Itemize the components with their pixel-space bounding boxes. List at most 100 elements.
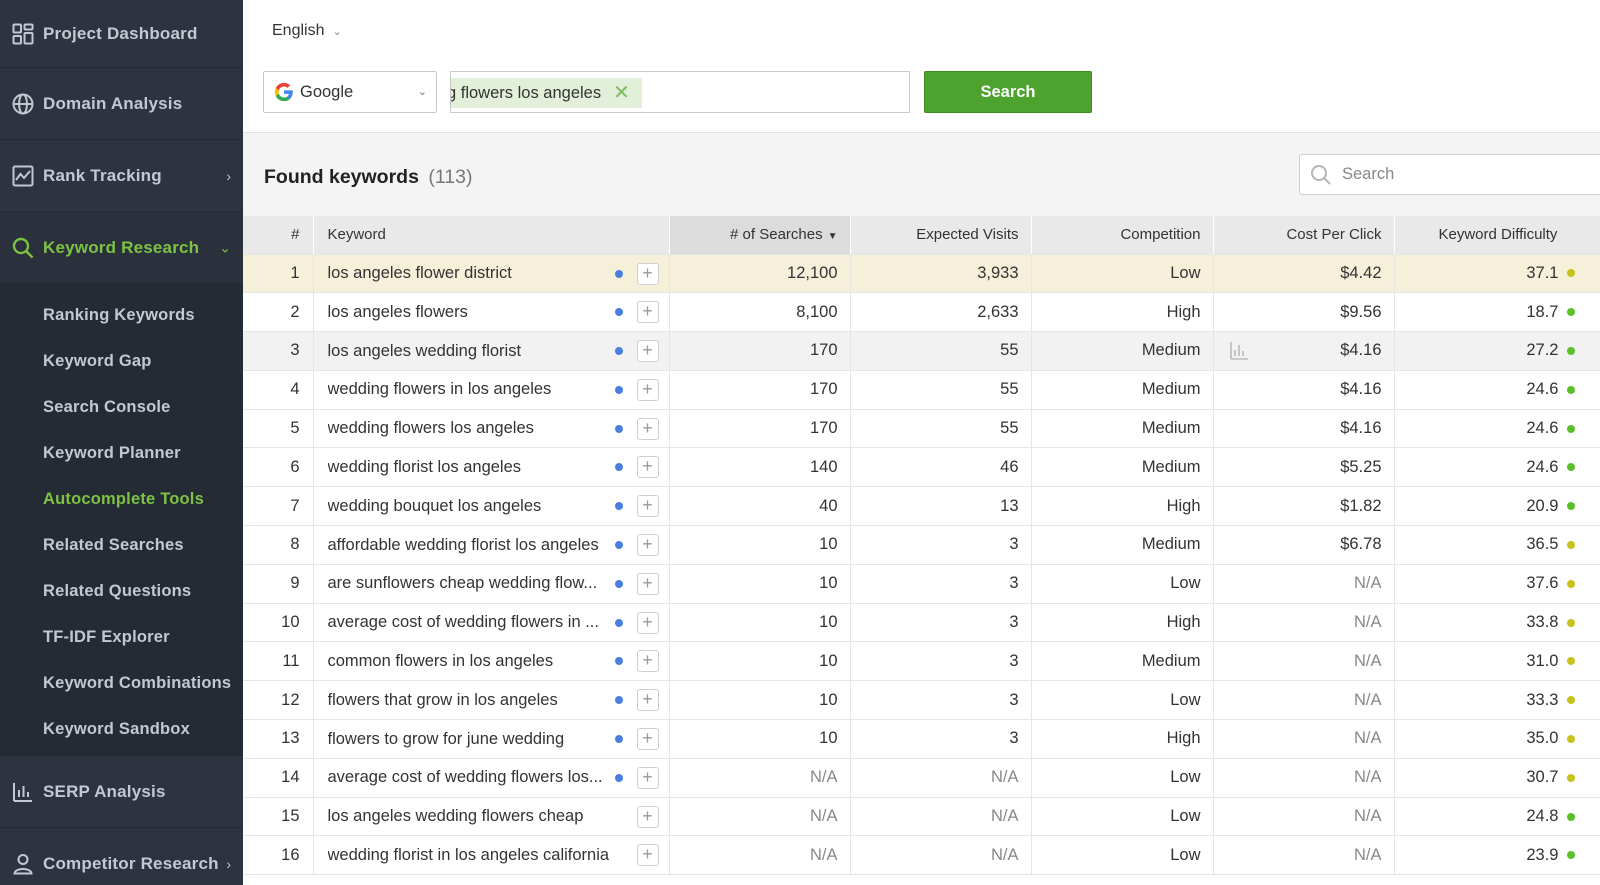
column-header-difficulty[interactable]: Keyword Difficulty [1394,216,1600,255]
column-header-num[interactable]: # [243,216,314,255]
table-row[interactable]: 16 wedding florist in los angeles califor… [243,835,1600,876]
cell-cpc: N/A [1213,797,1395,837]
table-row[interactable]: 1 los angeles flower district +12,100 3,933… [243,254,1600,294]
column-header-visits[interactable]: Expected Visits [850,216,1032,255]
table-row[interactable]: 3 los angeles wedding florist +170 55 Medium… [243,331,1600,371]
table-row[interactable]: 4 wedding flowers in los angeles +170 55 Med… [243,370,1600,410]
add-keyword-button[interactable]: + [636,689,659,712]
status-dot-icon [614,657,623,666]
table-row[interactable]: 8 affordable wedding florist los angeles +… [243,525,1600,565]
add-keyword-button[interactable]: + [636,378,659,401]
difficulty-indicator-icon [1566,773,1575,782]
difficulty-value: 24.6 [1526,457,1559,476]
search-button[interactable]: Search [924,71,1092,113]
nav-label: Domain Analysis [43,93,183,113]
cpc-value: $4.16 [1340,419,1382,438]
cpc-value: N/A [1353,690,1382,709]
table-row[interactable]: 2 los angeles flowers +8,100 2,633 High $9.56… [243,292,1600,333]
add-keyword-button[interactable]: + [636,572,659,595]
cell-keyword: average cost of wedding flowers in ... + [313,603,670,643]
nav-serp-analysis[interactable]: SERP Analysis [0,756,243,828]
table-row[interactable]: 11 common flowers in los angeles +10 3 Mediu… [243,641,1600,682]
table-row[interactable]: 13 flowers to grow for june wedding +10 3 Hi… [243,719,1600,759]
filter-search-box[interactable] [1299,154,1600,195]
submenu-keyword-sandbox[interactable]: Keyword Sandbox [0,706,243,752]
cell-competition: Medium [1031,370,1214,410]
table-row[interactable]: 15 los angeles wedding flowers cheap + N/A N… [243,797,1600,837]
table-row[interactable]: 7 wedding bouquet los angeles +40 13 High $1.… [243,486,1600,527]
cell-searches: 170 [669,409,851,449]
cell-num: 8 [243,525,314,565]
submenu-related-questions[interactable]: Related Questions [0,568,243,614]
add-keyword-button[interactable]: + [636,728,659,751]
add-keyword-button[interactable]: + [636,340,659,363]
submenu-search-console[interactable]: Search Console [0,384,243,430]
difficulty-indicator-icon [1566,657,1575,666]
submenu-ranking-keywords[interactable]: Ranking Keywords [0,292,243,338]
status-dot-icon [614,269,623,278]
cell-keyword: wedding bouquet los angeles + [313,486,670,527]
table-row[interactable]: 10 average cost of wedding flowers in ...… [243,603,1600,643]
add-keyword-button[interactable]: + [636,805,659,828]
status-dot-icon [614,502,623,511]
cell-num: 7 [243,486,314,527]
filter-search-input[interactable] [1342,165,1592,184]
chevron-down-icon: ⌄ [332,25,342,38]
language-selector[interactable]: English ⌄ [272,22,342,40]
search-engine-select[interactable]: Google ⌄ [263,71,437,113]
nav-domain-analysis[interactable]: Domain Analysis [0,68,243,140]
cell-searches: 8,100 [669,292,851,333]
nav-competitor-research[interactable]: Competitor Research › [0,828,243,885]
keyword-text: average cost of wedding flowers in ... [327,613,599,632]
add-keyword-button[interactable]: + [636,611,659,634]
table-row[interactable]: 6 wedding florist los angeles +140 46 Medium… [243,447,1600,488]
cpc-value: N/A [1353,574,1382,593]
keyword-tag-text: g flowers los angeles [450,83,602,102]
column-header-searches[interactable]: # of Searches ▼ [669,216,851,255]
search-icon [1311,164,1331,185]
submenu-tf-idf-explorer[interactable]: TF-IDF Explorer [0,614,243,660]
add-keyword-button[interactable]: + [636,301,659,324]
cell-visits: 3 [850,719,1032,759]
user-icon [12,853,34,875]
submenu-autocomplete-tools[interactable]: Autocomplete Tools [0,476,243,522]
difficulty-value: 24.8 [1526,807,1559,826]
results-title: Found keywords (113) [264,166,472,189]
table-row[interactable]: 12 flowers that grow in los angeles +10 3 Lo… [243,680,1600,721]
table-row[interactable]: 5 wedding flowers los angeles +170 55 Medium… [243,409,1600,449]
add-keyword-button[interactable]: + [636,650,659,673]
close-icon[interactable]: ✕ [613,83,630,103]
column-header-keyword[interactable]: Keyword [313,216,670,255]
keyword-text: affordable wedding florist los angeles [327,535,599,554]
cell-keyword: los angeles wedding florist + [313,331,670,371]
sort-desc-icon: ▼ [827,231,838,243]
submenu-keyword-planner[interactable]: Keyword Planner [0,430,243,476]
nav-rank-tracking[interactable]: Rank Tracking › [0,140,243,212]
add-keyword-button[interactable]: + [636,844,659,867]
add-keyword-button[interactable]: + [636,456,659,479]
cell-cpc: N/A [1213,603,1395,643]
add-keyword-button[interactable]: + [636,417,659,440]
column-header-cpc[interactable]: Cost Per Click [1213,216,1395,255]
keyword-text: average cost of wedding flowers los... [327,768,603,787]
submenu-keyword-combinations[interactable]: Keyword Combinations [0,660,243,706]
cell-cpc: N/A [1213,564,1395,604]
difficulty-value: 24.6 [1526,419,1559,438]
add-keyword-button[interactable]: + [636,262,659,285]
table-row[interactable]: 9 are sunflowers cheap wedding flow... +10… [243,564,1600,604]
add-keyword-button[interactable]: + [636,766,659,789]
nav-keyword-research[interactable]: Keyword Research ⌄ [0,212,243,284]
add-keyword-button[interactable]: + [636,495,659,518]
add-keyword-button[interactable]: + [636,534,659,557]
submenu-related-searches[interactable]: Related Searches [0,522,243,568]
keyword-input[interactable]: g flowers los angeles ✕ [450,71,910,113]
nav-project-dashboard[interactable]: Project Dashboard [0,0,243,68]
cell-cpc: $9.56 [1213,292,1395,333]
cell-cpc: N/A [1213,641,1395,682]
cell-searches: 40 [669,486,851,527]
table-row[interactable]: 14 average cost of wedding flowers los...… [243,758,1600,798]
submenu-keyword-gap[interactable]: Keyword Gap [0,338,243,384]
trend-chart-icon[interactable] [1229,341,1249,361]
cell-keyword: flowers that grow in los angeles + [313,680,670,721]
column-header-competition[interactable]: Competition [1031,216,1214,255]
